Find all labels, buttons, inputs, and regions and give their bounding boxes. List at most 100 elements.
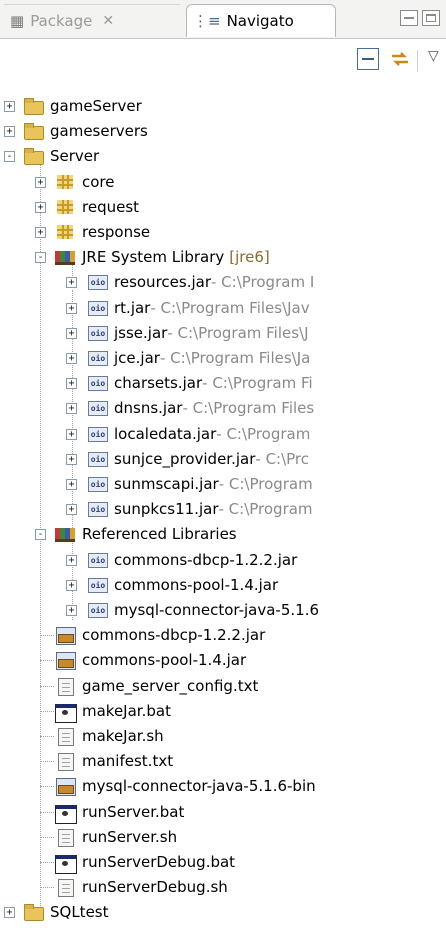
expand-toggle-icon[interactable]: +: [66, 428, 77, 440]
tree-item-file[interactable]: runServer.sh: [40, 825, 178, 849]
expand-toggle-icon[interactable]: +: [66, 403, 77, 415]
tree-item-project[interactable]: + SQLtest: [4, 900, 109, 924]
tree-item-label: JRE System Library: [82, 248, 225, 267]
tree-item-label: Referenced Libraries: [82, 525, 237, 544]
expand-toggle-icon[interactable]: +: [66, 479, 77, 490]
java-project-icon: [22, 903, 44, 922]
tree-item-jar[interactable]: + mysql-connector-java-5.1.6: [66, 598, 319, 622]
tree-item-jar[interactable]: + localedata.jar - C:\Program: [66, 422, 310, 446]
jar-icon: [86, 576, 108, 594]
tree-item-referenced-libraries[interactable]: - Referenced Libraries: [35, 522, 237, 546]
tree-guide-line: [40, 710, 54, 712]
expand-toggle-icon[interactable]: +: [35, 201, 46, 213]
tree-item-file[interactable]: makeJar.bat: [40, 699, 171, 723]
batch-file-icon: [54, 853, 77, 874]
tree-item-jar[interactable]: + jce.jar - C:\Program Files\Ja: [66, 346, 310, 370]
jar-icon: [86, 500, 108, 518]
jar-icon: [86, 299, 108, 317]
expand-toggle-icon[interactable]: +: [35, 176, 46, 188]
tree-item-project[interactable]: + gameServer: [4, 94, 142, 118]
tree-item-label: manifest.txt: [82, 752, 174, 771]
expand-toggle-icon[interactable]: +: [66, 353, 77, 364]
tree-item-file[interactable]: runServer.bat: [40, 800, 185, 824]
tree-guide-line: [40, 685, 54, 687]
package-icon: [54, 223, 76, 241]
tree-item-project[interactable]: - Server: [4, 144, 99, 168]
tree-item-jar[interactable]: + commons-dbcp-1.2.2.jar: [66, 548, 297, 572]
expand-toggle-icon[interactable]: +: [66, 378, 77, 390]
tree-item-file[interactable]: runServerDebug.sh: [40, 875, 228, 899]
tree-item-project[interactable]: + gameservers: [4, 119, 148, 143]
tree-item-package[interactable]: + response: [35, 220, 150, 244]
tree-item-label: jsse.jar: [114, 323, 168, 342]
tree-item-jar[interactable]: + sunjce_provider.jar - C:\Prc: [66, 447, 309, 471]
tree-item-label: jce.jar: [114, 349, 160, 367]
text-file-icon: [54, 677, 76, 696]
tree-item-package[interactable]: + request: [35, 195, 140, 219]
tree-item-jar[interactable]: + rt.jar - C:\Program Files\Jav: [66, 296, 310, 320]
jar-icon: [86, 399, 108, 417]
tree-item-label: runServer.sh: [82, 827, 178, 846]
tree-item-label: charsets.jar: [114, 374, 203, 393]
expand-toggle-icon[interactable]: +: [4, 126, 15, 138]
tree-item-label: resources.jar: [114, 273, 211, 292]
expand-toggle-icon[interactable]: +: [66, 302, 77, 314]
tree-item-label: commons-dbcp-1.2.2.jar: [82, 626, 266, 645]
tree-item-label: gameservers: [50, 122, 148, 141]
tree-item-file[interactable]: runServerDebug.bat: [40, 850, 235, 874]
expand-toggle-icon[interactable]: +: [66, 504, 77, 516]
expand-toggle-icon[interactable]: +: [66, 277, 77, 289]
expand-toggle-icon[interactable]: +: [4, 101, 15, 112]
expand-toggle-icon[interactable]: +: [66, 453, 77, 465]
tree-item-file[interactable]: makeJar.sh: [40, 724, 164, 748]
tree-item-jar[interactable]: + sunmscapi.jar - C:\Program: [66, 472, 313, 496]
collapse-toggle-icon[interactable]: -: [35, 252, 46, 264]
tree-item-file[interactable]: manifest.txt: [40, 749, 174, 773]
jar-icon: [86, 450, 108, 468]
expand-toggle-icon[interactable]: +: [66, 554, 77, 566]
tree-item-label: sunmscapi.jar: [114, 475, 219, 493]
jar-icon: [86, 425, 108, 443]
tree-item-file[interactable]: game_server_config.txt: [40, 674, 259, 698]
library-icon: [54, 248, 76, 266]
batch-file-icon: [54, 702, 77, 723]
tree-item-label: request: [82, 197, 140, 216]
text-file-icon: [54, 828, 76, 847]
tree-item-file[interactable]: commons-pool-1.4.jar: [40, 648, 246, 672]
jre-version-label: [jre6]: [229, 248, 270, 267]
tree-item-jar[interactable]: + dnsns.jar - C:\Program Files: [66, 396, 315, 420]
tree-item-jre-library[interactable]: - JRE System Library [jre6]: [35, 245, 270, 269]
tree-item-jar[interactable]: + charsets.jar - C:\Program Fi: [66, 371, 313, 395]
jar-path-label: - C:\Program Files: [182, 399, 315, 418]
java-project-icon: [22, 97, 44, 115]
tree-guide-line: [40, 635, 54, 637]
jar-path-label: - C:\Program Files\J: [167, 323, 309, 342]
tree-item-label: runServer.bat: [82, 802, 185, 821]
expand-toggle-icon[interactable]: +: [66, 327, 77, 339]
text-file-icon: [54, 727, 76, 746]
tree-item-label: makeJar.sh: [82, 727, 164, 745]
jar-file-icon: [54, 651, 76, 671]
tree-item-file[interactable]: mysql-connector-java-5.1.6-bin: [40, 774, 316, 798]
tree-item-jar[interactable]: + jsse.jar - C:\Program Files\J: [66, 321, 309, 345]
tree-guide-line: [40, 862, 54, 863]
tree-guide-line: [40, 736, 54, 737]
tree-item-label: core: [82, 172, 115, 191]
tree-item-jar[interactable]: + commons-pool-1.4.jar: [66, 573, 278, 597]
tree-item-package[interactable]: + core: [35, 170, 115, 194]
jar-icon: [86, 349, 108, 367]
tree-item-label: game_server_config.txt: [82, 676, 259, 695]
tree-item-label: runServerDebug.sh: [82, 878, 228, 897]
tree-guide-line: [40, 887, 54, 889]
expand-toggle-icon[interactable]: +: [66, 579, 77, 591]
expand-toggle-icon[interactable]: +: [35, 227, 46, 238]
tree-item-file[interactable]: commons-dbcp-1.2.2.jar: [40, 623, 266, 647]
expand-toggle-icon[interactable]: +: [4, 907, 15, 919]
tree-item-jar[interactable]: + sunpkcs11.jar - C:\Program: [66, 497, 313, 521]
tree-item-jar[interactable]: + resources.jar - C:\Program I: [66, 270, 314, 294]
text-file-icon: [54, 752, 76, 772]
collapse-toggle-icon[interactable]: -: [35, 529, 46, 541]
collapse-toggle-icon[interactable]: -: [4, 151, 15, 163]
expand-toggle-icon[interactable]: +: [66, 605, 77, 616]
tree-guide-line: [40, 786, 54, 788]
